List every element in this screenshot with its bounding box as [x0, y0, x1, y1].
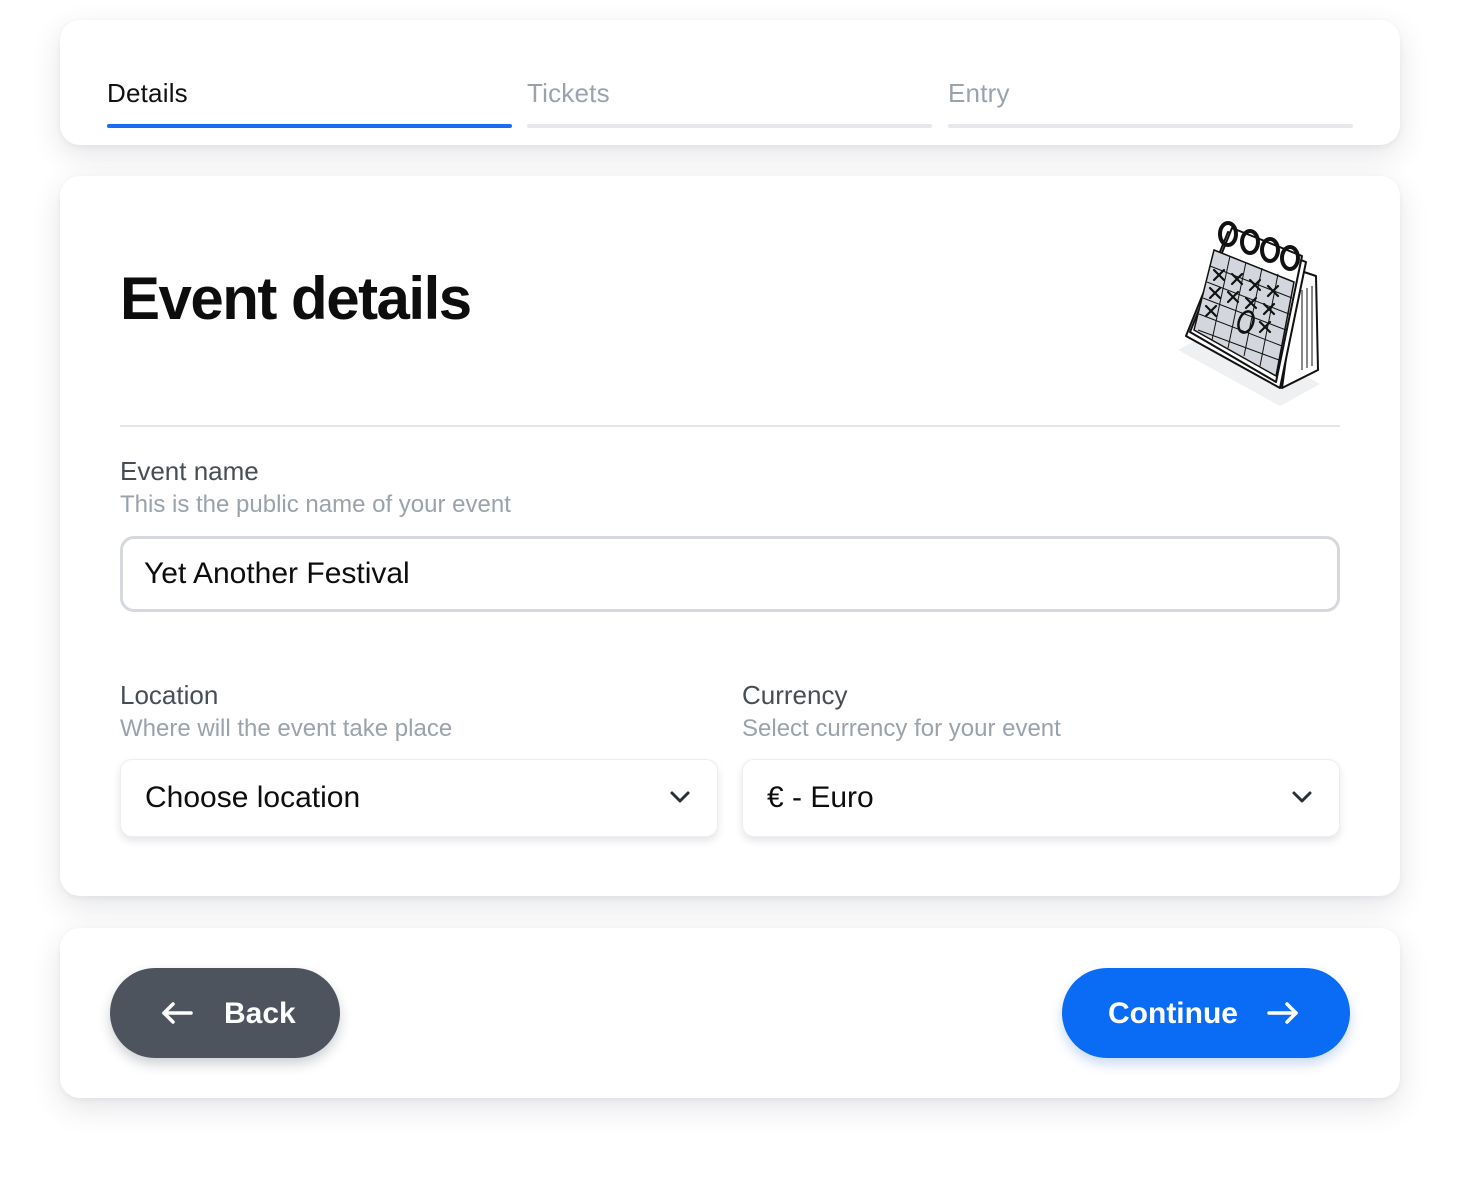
- tab-tickets-progress-bar: [527, 124, 932, 128]
- section-divider: [120, 425, 1340, 427]
- calendar-illustration: [1178, 221, 1320, 406]
- tab-entry[interactable]: Entry: [948, 78, 1353, 128]
- arrow-left-icon: [162, 1002, 193, 1024]
- tab-tickets[interactable]: Tickets: [527, 78, 932, 128]
- form-actions-card: Back Continue: [60, 928, 1400, 1098]
- continue-button[interactable]: Continue: [1062, 968, 1350, 1058]
- event-name-help: This is the public name of your event: [120, 491, 511, 518]
- stepper-card: Details Tickets Entry: [60, 20, 1400, 145]
- arrow-right-icon: [1267, 1002, 1298, 1024]
- location-select-value: Choose location: [145, 781, 361, 814]
- event-name-input[interactable]: [120, 536, 1340, 612]
- tab-details-progress-bar: [107, 124, 512, 128]
- back-button[interactable]: Back: [110, 968, 340, 1058]
- event-details-card: Event details Event name This is the pub…: [60, 176, 1400, 896]
- location-select[interactable]: Choose location: [120, 759, 718, 837]
- location-help: Where will the event take place: [120, 715, 453, 742]
- tab-entry-progress-bar: [948, 124, 1353, 128]
- chevron-down-icon: [1292, 791, 1312, 803]
- currency-help: Select currency for your event: [742, 715, 1061, 742]
- tab-details[interactable]: Details: [107, 78, 512, 128]
- tab-tickets-label: Tickets: [527, 78, 610, 108]
- event-name-label: Event name: [120, 456, 259, 486]
- location-label: Location: [120, 680, 219, 710]
- back-button-label: Back: [224, 997, 296, 1030]
- page-title: Event details: [120, 265, 472, 332]
- continue-button-label: Continue: [1108, 997, 1238, 1030]
- currency-select[interactable]: € - Euro: [742, 759, 1340, 837]
- chevron-down-icon: [670, 791, 690, 803]
- currency-label: Currency: [742, 680, 848, 710]
- currency-select-value: € - Euro: [767, 781, 874, 814]
- tab-entry-label: Entry: [948, 78, 1010, 108]
- tab-details-label: Details: [107, 78, 188, 108]
